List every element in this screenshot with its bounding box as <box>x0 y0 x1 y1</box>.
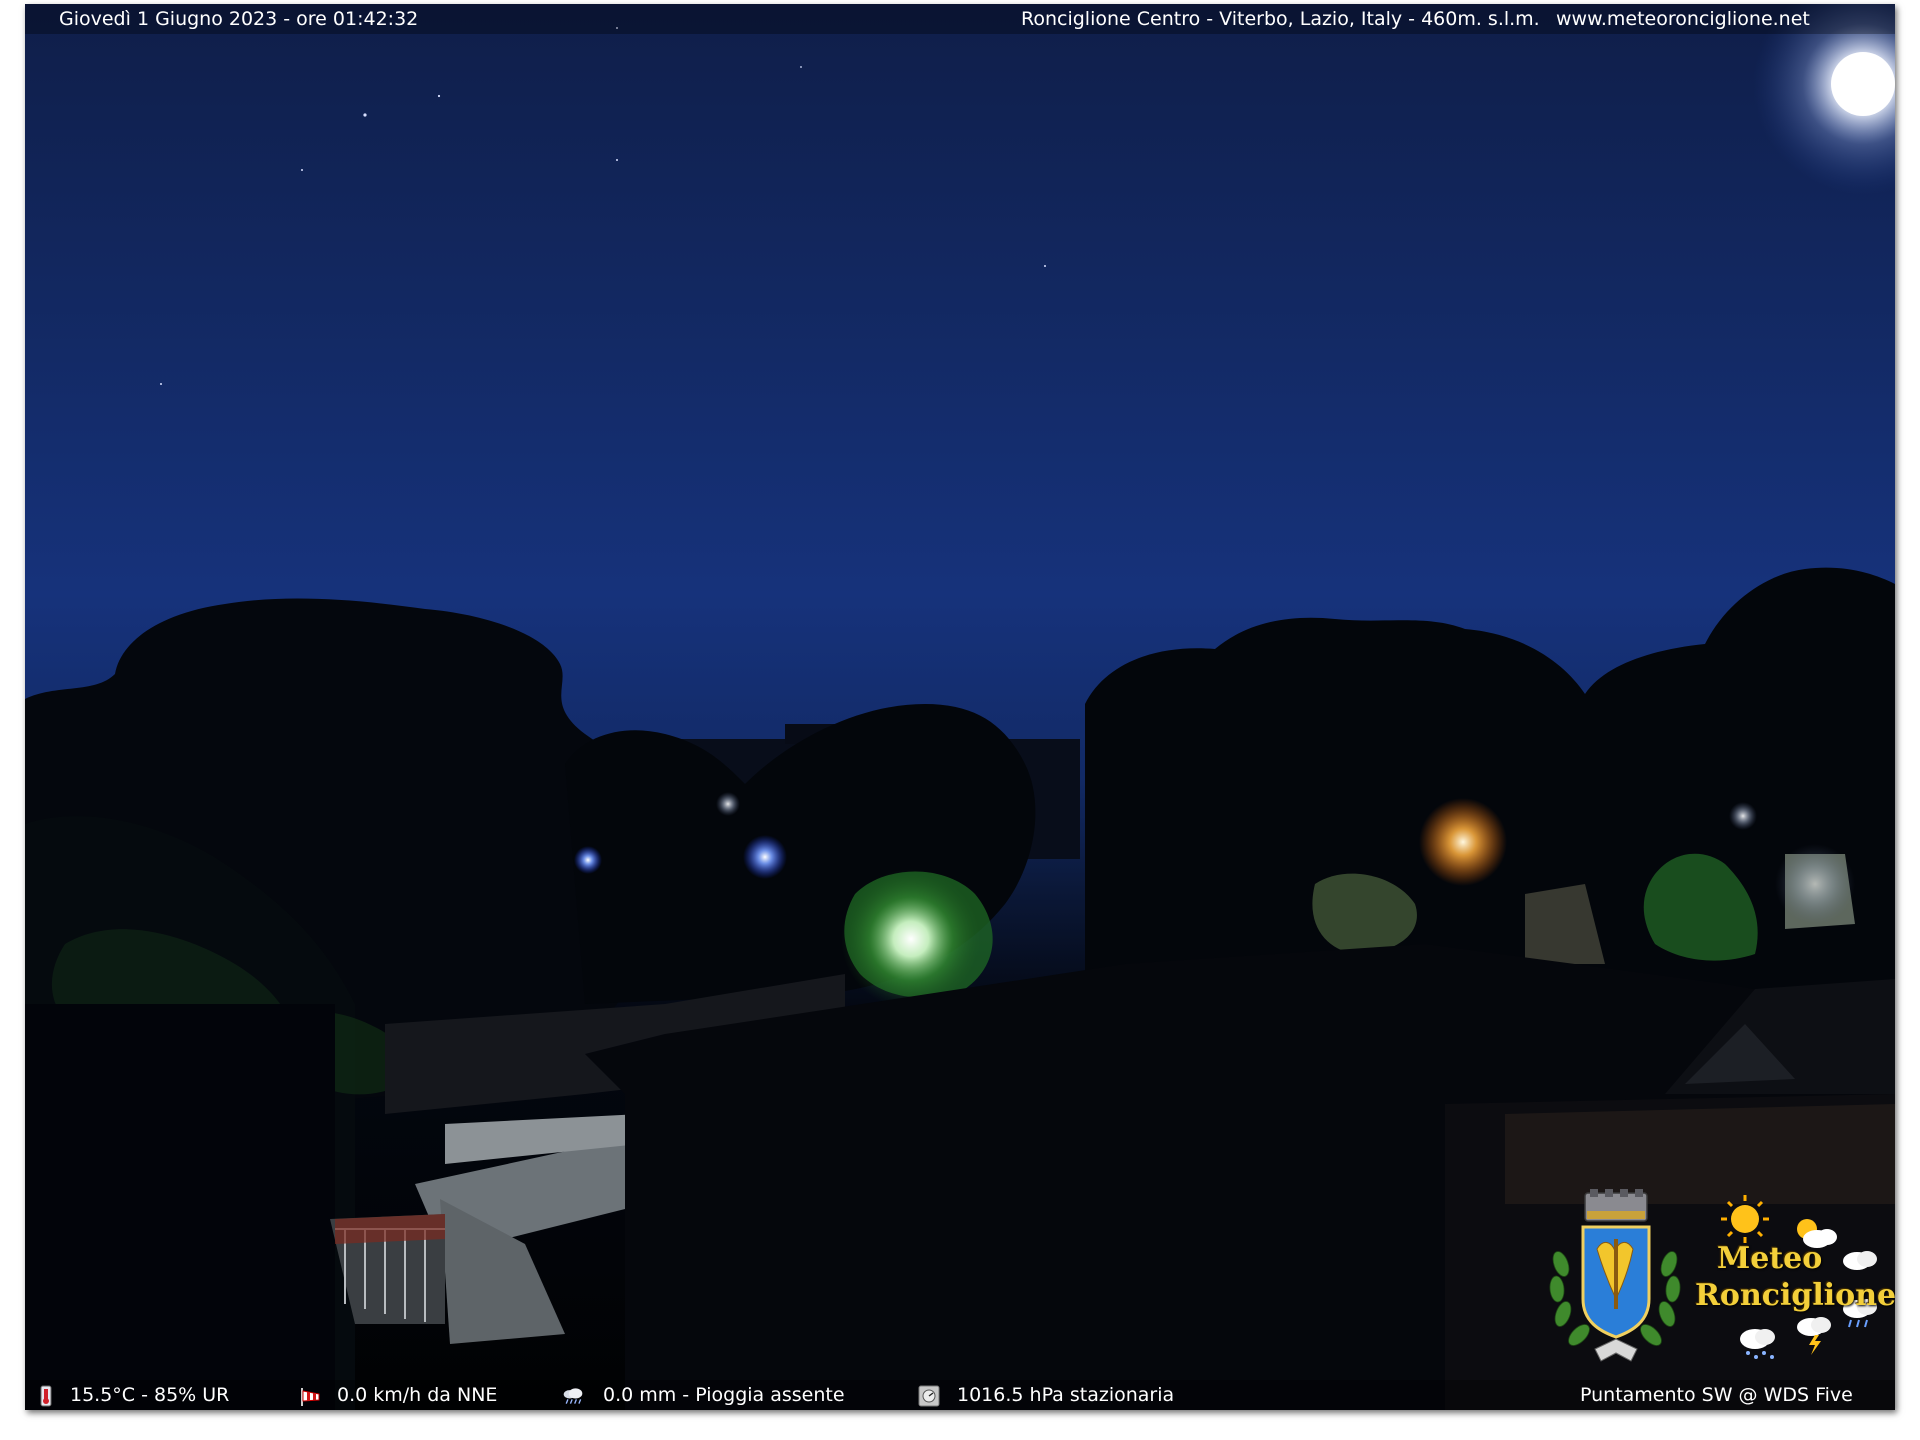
bottom-info-bar: 15.5°C - 85% UR 0.0 km/h da NNE 0.0 mm -… <box>25 1380 1895 1410</box>
temperature-humidity: 15.5°C - 85% UR <box>70 1384 230 1406</box>
rain-cloud-icon <box>563 1388 583 1404</box>
logo-text: Meteo Ronciglione <box>1695 1240 1895 1314</box>
snow-icon <box>1740 1329 1775 1359</box>
windsock-icon <box>301 1388 320 1406</box>
rain-label: 0.0 mm - Pioggia assente <box>603 1384 845 1406</box>
logo-line-2: Ronciglione <box>1695 1278 1895 1313</box>
blue-light-small <box>574 846 602 874</box>
coat-of-arms-icon <box>1581 1225 1651 1339</box>
top-info-bar: Giovedì 1 Giugno 2023 - ore 01:42:32 Ron… <box>25 4 1895 34</box>
crown-icon <box>1584 1189 1648 1222</box>
wind-label: 0.0 km/h da NNE <box>337 1384 498 1406</box>
tree-right <box>1085 567 1895 1004</box>
street-light-orange <box>1419 798 1507 886</box>
pressure-label: 1016.5 hPa stazionaria <box>957 1384 1175 1406</box>
logo-line-1: Meteo <box>1717 1241 1823 1276</box>
location-label: Ronciglione Centro - Viterbo, Lazio, Ita… <box>1021 8 1540 30</box>
moon <box>1831 52 1895 116</box>
camera-label: Puntamento SW @ WDS Five <box>1580 1384 1853 1406</box>
thermometer-icon <box>40 1385 52 1407</box>
datetime-label: Giovedì 1 Giugno 2023 - ore 01:42:32 <box>59 8 419 30</box>
barometer-icon <box>918 1385 940 1407</box>
street-light-green <box>841 869 981 1009</box>
blue-light <box>743 835 787 879</box>
stars <box>160 27 1046 385</box>
thunderstorm-icon <box>1797 1317 1831 1355</box>
website-label: www.meteoronciglione.net <box>1556 8 1810 30</box>
webcam-frame: Giovedì 1 Giugno 2023 - ore 01:42:32 Ron… <box>25 4 1895 1410</box>
sun-icon <box>1721 1195 1769 1243</box>
hedge <box>25 1004 335 1410</box>
